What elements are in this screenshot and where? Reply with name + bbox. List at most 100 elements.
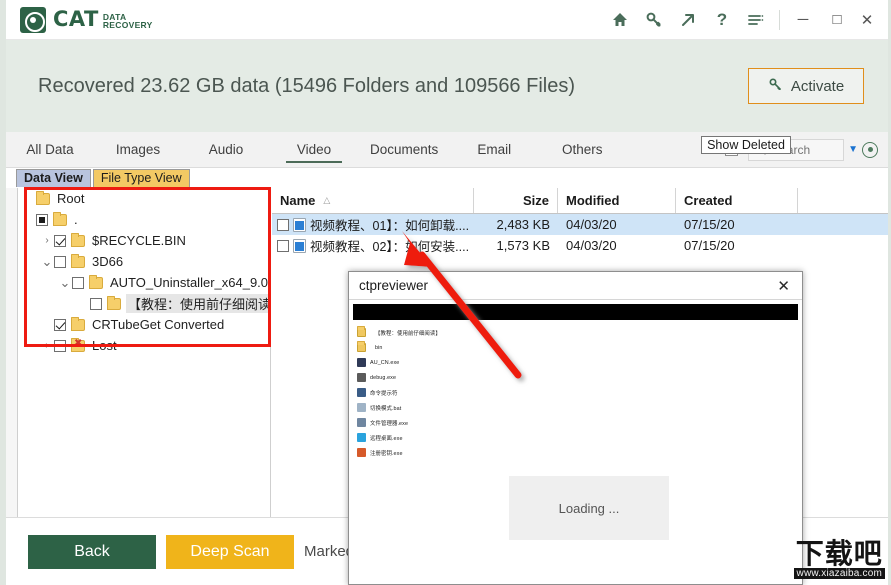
folder-icon	[357, 326, 366, 337]
preview-list-item-label: bin	[375, 344, 383, 351]
exe-icon	[357, 373, 366, 382]
deep-scan-button[interactable]: Deep Scan	[166, 534, 294, 569]
tree-item-checkbox[interactable]	[54, 234, 66, 247]
logo-primary-text: CAT	[53, 7, 99, 31]
column-header-modified[interactable]: Modified	[558, 188, 676, 213]
chevron-right-icon[interactable]: ›	[40, 340, 54, 351]
home-icon[interactable]	[603, 0, 637, 40]
recovery-summary-banner: Recovered 23.62 GB data (15496 Folders a…	[6, 40, 888, 132]
maximize-button[interactable]: □	[820, 0, 854, 40]
file-name-label: 视频教程、02】：如何安装....	[310, 240, 470, 254]
preview-file-list: 【教程：使用前仔细阅读】 bin AU_CN.exe debug.exe 命令提示符切换…	[349, 320, 802, 459]
tree-item-checkbox[interactable]	[54, 318, 66, 331]
video-file-icon	[293, 217, 306, 232]
preview-list-item-label: 注册密钥.exe	[370, 450, 403, 457]
file-name-label: 视频教程、01】：如何卸载....	[310, 219, 470, 233]
share-arrow-icon[interactable]	[671, 0, 705, 40]
sort-ascending-icon: △	[323, 195, 331, 205]
preview-list-item-label: 远程桌面.exe	[370, 435, 403, 442]
recovered-summary-text: Recovered 23.62 GB data (15496 Folders a…	[38, 74, 576, 97]
tab-email[interactable]: Email	[450, 132, 538, 167]
tree-item-label: AUTO_Uninstaller_x64_9.0.60	[110, 275, 271, 290]
file-row-checkbox[interactable]	[277, 218, 289, 231]
tree-item-checkbox[interactable]	[36, 213, 48, 226]
chevron-right-icon[interactable]: ›	[40, 235, 54, 246]
preview-list-item: 远程桌面.exe	[357, 431, 802, 444]
ctpreviewer-window: ctpreviewer ✕ 【教程：使用前仔细阅读】 bin AU_CN.exede…	[348, 271, 803, 585]
file-list-rows: 视频教程、01】：如何卸载.... 2,483 KB 04/03/20 07/15/2…	[272, 214, 888, 256]
tree-item[interactable]: › $RECYCLE.BIN	[18, 230, 270, 251]
tree-item[interactable]: .	[18, 209, 270, 230]
titlebar-actions: ? ─ □ ✕	[603, 0, 888, 39]
tree-item-label: $RECYCLE.BIN	[92, 233, 186, 248]
show-deleted-tooltip: Show Deleted	[701, 136, 791, 154]
column-header-name[interactable]: Name △	[272, 188, 474, 213]
file-modified-cell: 04/03/20	[566, 217, 617, 232]
column-header-name-label: Name	[280, 193, 316, 208]
tab-others[interactable]: Others	[538, 132, 626, 167]
preview-list-item: 命令提示符	[357, 386, 802, 399]
menu-icon[interactable]	[739, 0, 773, 40]
tree-item-checkbox[interactable]	[72, 276, 84, 289]
chevron-down-icon[interactable]: ▼	[848, 144, 858, 155]
folder-icon	[357, 341, 366, 352]
preview-list-item-label: 切换模式.bat	[370, 405, 402, 412]
preview-video-blackbar	[353, 304, 798, 320]
file-list-header: Name △ Size Modified Created	[272, 188, 888, 214]
column-header-created[interactable]: Created	[676, 188, 798, 213]
folder-icon	[89, 274, 103, 289]
tree-item[interactable]: ⌄ 3D66	[18, 251, 270, 272]
activate-button[interactable]: Activate	[748, 68, 864, 104]
titlebar-divider	[779, 9, 780, 30]
preview-list-item-label: AU_CN.exe	[370, 359, 400, 366]
left-edge-strip	[6, 188, 18, 517]
tree-item-checkbox[interactable]	[54, 339, 66, 352]
close-button[interactable]: ✕	[854, 0, 888, 40]
tree-item[interactable]: Root	[18, 188, 270, 209]
tree-item-checkbox[interactable]	[54, 255, 66, 268]
folder-icon	[71, 232, 85, 247]
tree-item[interactable]: › Lost	[18, 335, 270, 356]
tab-all-data[interactable]: All Data	[6, 132, 94, 167]
tab-audio[interactable]: Audio	[182, 132, 270, 167]
chevron-down-icon[interactable]: ⌄	[58, 276, 72, 289]
file-name-cell: 视频教程、02】：如何安装....	[272, 236, 474, 255]
tab-data-view[interactable]: Data View	[16, 169, 91, 187]
mgr-icon	[357, 418, 366, 427]
file-size-cell: 2,483 KB	[496, 217, 551, 232]
bat-icon	[357, 403, 366, 412]
preview-list-item: debug.exe	[357, 371, 802, 384]
key-icon[interactable]	[637, 0, 671, 40]
minimize-button[interactable]: ─	[786, 0, 820, 40]
tree-item[interactable]: ⌄ AUTO_Uninstaller_x64_9.0.60	[18, 272, 270, 293]
table-row[interactable]: 视频教程、02】：如何安装.... 1,573 KB 04/03/20 07/15/2…	[272, 235, 888, 256]
back-button[interactable]: Back	[28, 534, 156, 569]
preview-list-item: 【教程：使用前仔细阅读】	[357, 326, 802, 339]
tab-video[interactable]: Video	[270, 132, 358, 167]
tab-file-type-view[interactable]: File Type View	[92, 169, 190, 187]
help-icon[interactable]: ?	[705, 0, 739, 40]
folder-icon	[71, 253, 85, 268]
tree-item[interactable]: 【教程：使用前仔细阅读】	[18, 293, 270, 314]
marked-label[interactable]: Marked	[304, 543, 354, 560]
tab-images[interactable]: Images	[94, 132, 182, 167]
preview-eye-icon[interactable]	[862, 141, 878, 158]
tab-documents[interactable]: Documents	[358, 132, 450, 167]
activate-label: Activate	[790, 77, 845, 95]
tree-item[interactable]: CRTubeGet Converted	[18, 314, 270, 335]
table-row[interactable]: 视频教程、01】：如何卸载.... 2,483 KB 04/03/20 07/15/2…	[272, 214, 888, 235]
preview-list-item: AU_CN.exe	[357, 356, 802, 369]
ctpreviewer-title: ctpreviewer	[359, 278, 429, 293]
tree-item-checkbox[interactable]	[90, 297, 102, 310]
file-row-checkbox[interactable]	[277, 239, 289, 252]
chevron-down-icon[interactable]: ⌄	[40, 255, 54, 268]
column-header-size[interactable]: Size	[474, 188, 558, 213]
view-tabs: Data View File Type View	[16, 169, 190, 187]
folder-tree: Root. › $RECYCLE.BIN ⌄ 3D66 ⌄ AUTO_Uninstaller…	[18, 188, 270, 356]
tree-item-label: Lost	[92, 338, 117, 353]
folder-tree-panel[interactable]: Root. › $RECYCLE.BIN ⌄ 3D66 ⌄ AUTO_Uninstaller…	[18, 188, 271, 517]
ctpreviewer-close-button[interactable]: ✕	[771, 277, 796, 295]
preview-list-item-label: 命令提示符	[370, 390, 398, 397]
preview-list-item-label: 文件管理器.exe	[370, 420, 409, 427]
preview-list-item-label: 【教程：使用前仔细阅读】	[375, 330, 441, 337]
